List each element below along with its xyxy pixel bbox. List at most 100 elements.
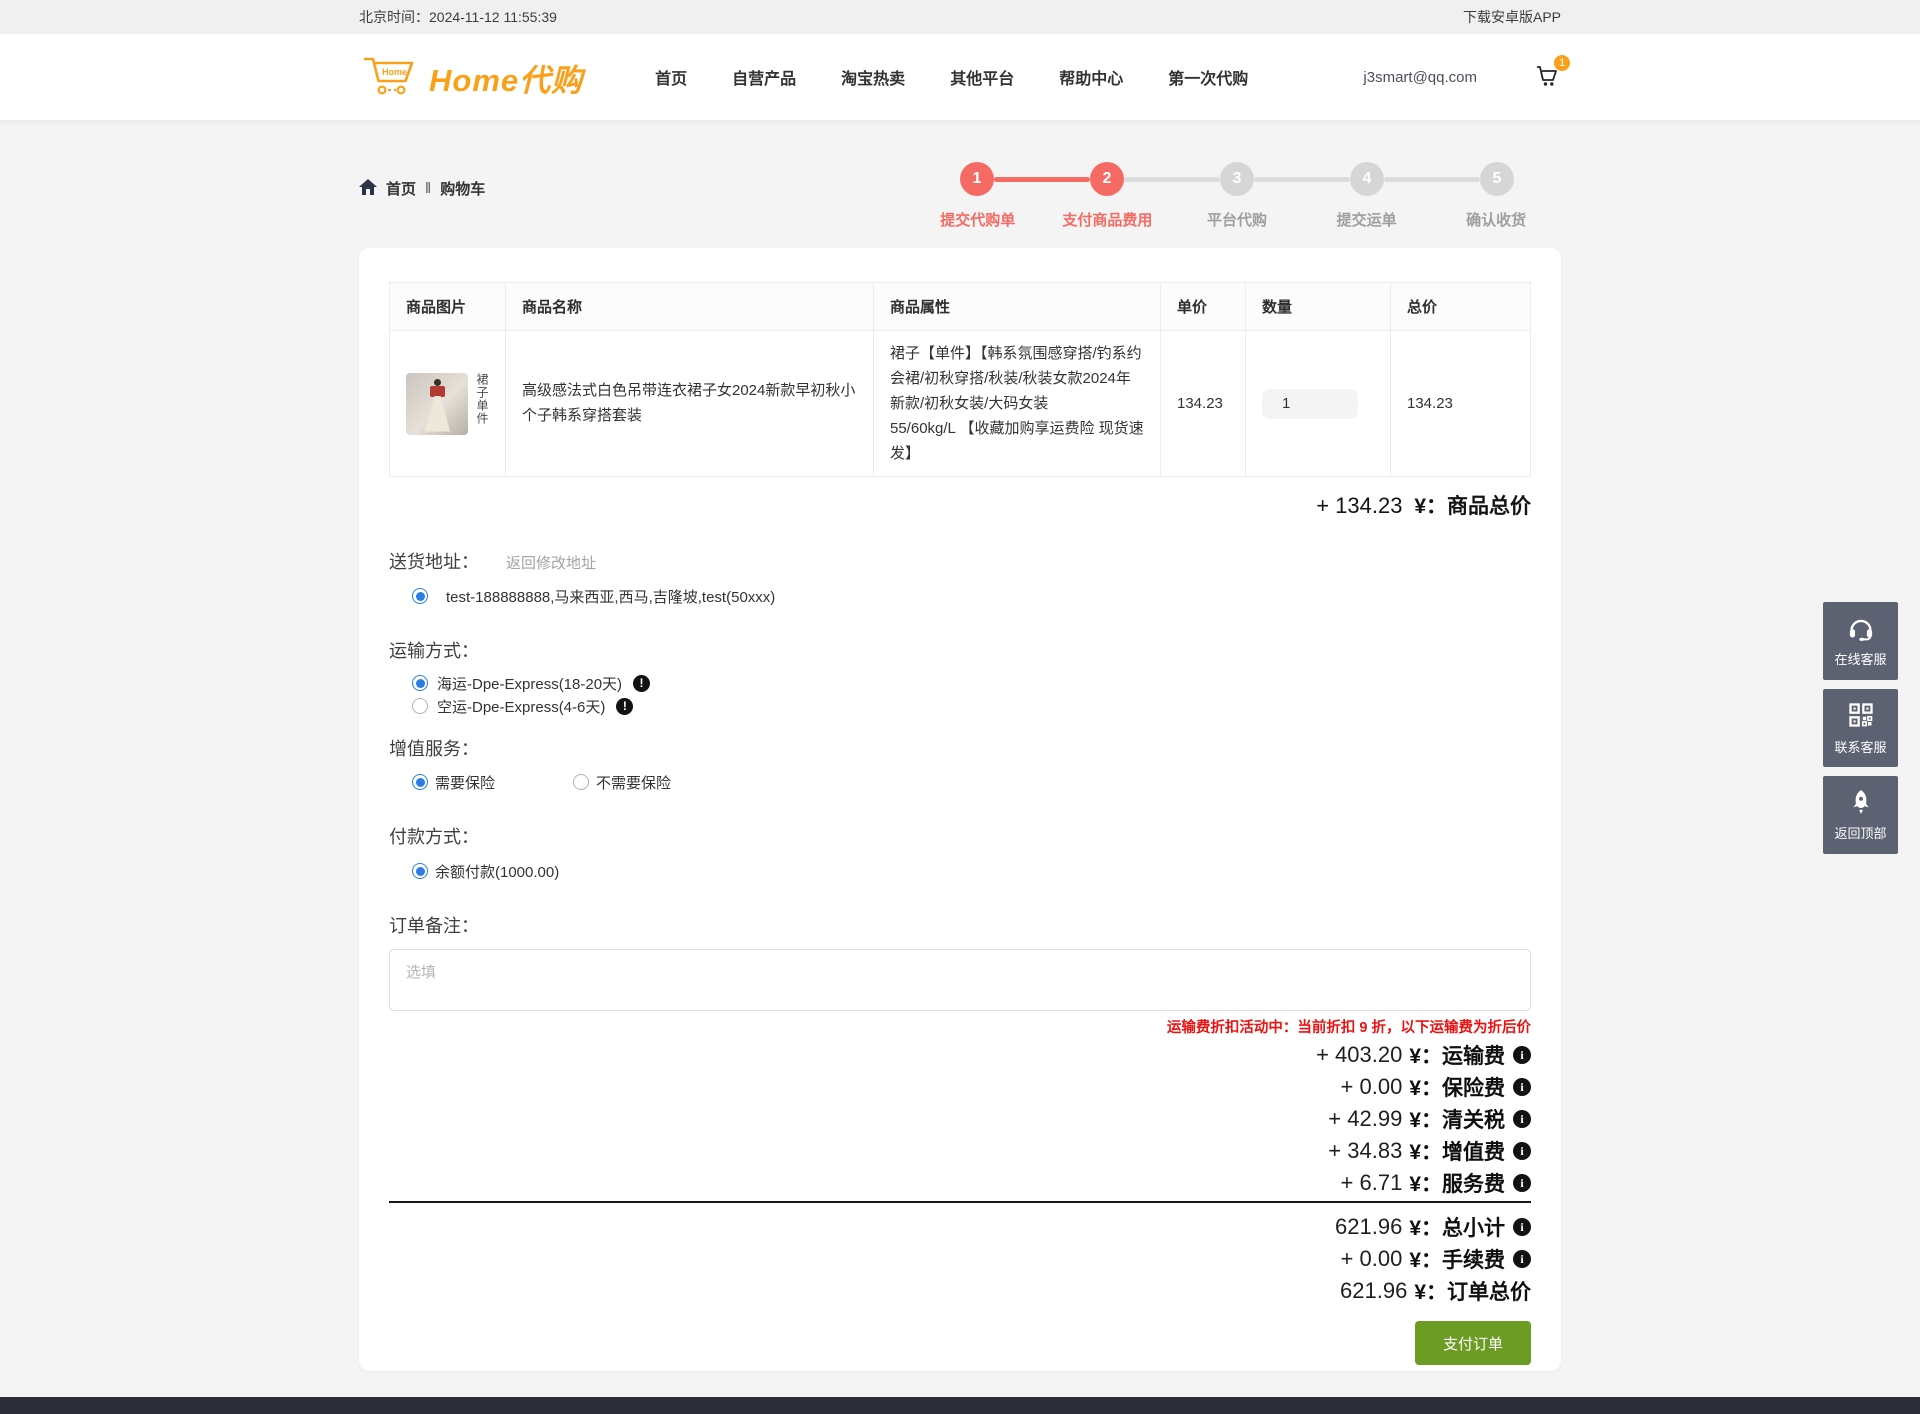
product-name: 高级感法式白色吊带连衣裙子女2024新款早初秋小个子韩系穿搭套装	[506, 331, 874, 477]
fee-vat-info-icon[interactable]	[1513, 1142, 1531, 1160]
shipping-air-label: 空运-Dpe-Express(4-6天)	[437, 696, 605, 717]
insurance-yes-label: 需要保险	[435, 772, 495, 793]
step-label-submit-waybill: 提交运单	[1302, 209, 1432, 230]
shipping-air-info-icon[interactable]	[616, 698, 633, 715]
step-circle-1: 1	[960, 162, 994, 196]
insurance-yes-option[interactable]: 需要保险	[412, 772, 495, 792]
shipping-sea-info-icon[interactable]	[633, 675, 650, 692]
online-service-label: 在线客服	[1834, 649, 1886, 668]
cart-icon	[1535, 75, 1559, 92]
product-image[interactable]	[406, 373, 468, 435]
subtotal-info-icon[interactable]	[1513, 1218, 1531, 1236]
nav-help-center[interactable]: 帮助中心	[1059, 65, 1123, 89]
address-option[interactable]: test-188888888,马来西亚,西马,吉隆坡,test(50xxx)	[389, 586, 1531, 606]
rocket-icon	[1848, 789, 1874, 818]
step-label-pay-goods: 支付商品费用	[1043, 209, 1173, 230]
total-order-price: 621.96 ¥：订单总价	[389, 1277, 1531, 1305]
product-total-amount: + 134.23	[1316, 493, 1402, 518]
online-service-button[interactable]: 在线客服	[1823, 602, 1898, 680]
col-header-image: 商品图片	[390, 283, 506, 331]
product-sku-vertical: 裙子单件	[475, 373, 489, 435]
product-attrs-line1: 裙子【单件】【韩系氛围感穿搭/钓系约会裙/初秋穿搭/秋装/秋装女款2024年新款…	[890, 341, 1144, 416]
main-nav: 首页 自营产品 淘宝热卖 其他平台 帮助中心 第一次代购	[655, 65, 1248, 89]
pay-order-button[interactable]: 支付订单	[1415, 1321, 1531, 1365]
fee-shipping-info-icon[interactable]	[1513, 1046, 1531, 1064]
breadcrumb-home[interactable]: 首页	[386, 178, 416, 199]
address-option-label: test-188888888,马来西亚,西马,吉隆坡,test(50xxx)	[446, 586, 775, 607]
step-connector-4	[1384, 177, 1480, 182]
shipping-option-sea[interactable]: 海运-Dpe-Express(18-20天)	[412, 673, 1531, 693]
product-total-label: ¥：商品总价	[1414, 495, 1531, 518]
shipping-discount-notice: 运输费折扣活动中：当前折扣 9 折，以下运输费为折后价	[389, 1019, 1531, 1037]
step-connector-3	[1254, 177, 1350, 182]
fee-vat: + 34.83 ¥：增值费	[389, 1137, 1531, 1165]
nav-taobao-hot[interactable]: 淘宝热卖	[841, 65, 905, 89]
contact-service-label: 联系客服	[1834, 737, 1886, 756]
nav-other-platforms[interactable]: 其他平台	[950, 65, 1014, 89]
shipping-option-air[interactable]: 空运-Dpe-Express(4-6天)	[412, 696, 1531, 716]
insurance-no-option[interactable]: 不需要保险	[573, 772, 671, 792]
order-remark-input[interactable]	[389, 949, 1531, 1011]
fee-service-info-icon[interactable]	[1513, 1174, 1531, 1192]
step-label-confirm-receipt: 确认收货	[1431, 209, 1561, 230]
contact-service-button[interactable]: 联系客服	[1823, 689, 1898, 767]
fee-customs: + 42.99 ¥：清关税	[389, 1105, 1531, 1133]
insurance-yes-radio-icon[interactable]	[412, 774, 428, 790]
step-label-submit-order: 提交代购单	[913, 209, 1043, 230]
cart-button[interactable]: 1	[1535, 64, 1561, 90]
shipping-sea-radio-icon[interactable]	[412, 675, 428, 691]
total-handling-fee: + 0.00 ¥：手续费	[389, 1245, 1531, 1273]
insurance-no-radio-icon[interactable]	[573, 774, 589, 790]
account-email[interactable]: j3smart@qq.com	[1363, 69, 1477, 86]
step-connector-1	[994, 177, 1090, 182]
total-subtotal: 621.96 ¥：总小计	[389, 1213, 1531, 1241]
totals-divider	[389, 1201, 1531, 1203]
step-circle-3: 3	[1220, 162, 1254, 196]
unit-price: 134.23	[1161, 331, 1246, 477]
back-to-top-button[interactable]: 返回顶部	[1823, 776, 1898, 854]
brand-name: Home代购	[429, 55, 583, 100]
cart-logo-icon: Home	[359, 50, 421, 105]
step-circle-4: 4	[1350, 162, 1384, 196]
nav-home[interactable]: 首页	[655, 65, 687, 89]
brand-logo[interactable]: Home Home代购	[359, 50, 583, 105]
headset-icon	[1846, 615, 1876, 644]
product-attrs-line2: 55/60kg/L 【收藏加购享运费险 现货速发】	[890, 416, 1144, 466]
qrcode-icon	[1847, 701, 1875, 732]
cart-items-table: 商品图片 商品名称 商品属性 单价 数量 总价 裙子单件 高级感法式白色吊带连衣…	[389, 282, 1531, 477]
remark-section-title: 订单备注：	[389, 915, 1531, 937]
fee-shipping: + 403.20 ¥：运输费	[389, 1041, 1531, 1069]
shipping-sea-label: 海运-Dpe-Express(18-20天)	[437, 673, 622, 694]
shipping-air-radio-icon[interactable]	[412, 698, 428, 714]
product-total-line: + 134.23 ¥：商品总价	[389, 493, 1531, 519]
breadcrumb-current: 购物车	[440, 178, 485, 199]
quantity-input[interactable]: 1	[1262, 389, 1358, 419]
floating-toolbar: 在线客服 联系客服 返回顶部	[1823, 602, 1898, 863]
insurance-no-label: 不需要保险	[596, 772, 671, 793]
download-app-link[interactable]: 下载安卓版APP	[1463, 7, 1561, 27]
fee-breakdown: + 403.20 ¥：运输费 + 0.00 ¥：保险费 + 42.99 ¥：清关…	[389, 1041, 1531, 1197]
payment-balance-option[interactable]: 余额付款(1000.00)	[389, 861, 1531, 881]
col-header-unit-price: 单价	[1161, 283, 1246, 331]
vas-section-title: 增值服务：	[389, 738, 1531, 760]
footer-bar	[0, 1397, 1920, 1414]
breadcrumb: 首页 ‖ 购物车	[359, 162, 485, 199]
col-header-name: 商品名称	[506, 283, 874, 331]
nav-first-purchase[interactable]: 第一次代购	[1168, 65, 1248, 89]
fee-service: + 6.71 ¥：服务费	[389, 1169, 1531, 1197]
shipping-section-title: 运输方式：	[389, 640, 1531, 662]
address-radio-icon[interactable]	[412, 588, 428, 604]
breadcrumb-separator: ‖	[425, 180, 431, 197]
nav-self-products[interactable]: 自营产品	[732, 65, 796, 89]
fee-insurance-info-icon[interactable]	[1513, 1078, 1531, 1096]
address-section-title: 送货地址： 返回修改地址	[389, 551, 1531, 573]
top-utility-bar: 北京时间：2024-11-12 11:55:39 下载安卓版APP	[0, 0, 1920, 34]
handling-fee-info-icon[interactable]	[1513, 1250, 1531, 1268]
fee-customs-info-icon[interactable]	[1513, 1110, 1531, 1128]
svg-text:Home: Home	[382, 67, 407, 77]
col-header-attrs: 商品属性	[874, 283, 1161, 331]
beijing-time: 北京时间：2024-11-12 11:55:39	[359, 7, 557, 27]
step-circle-2: 2	[1090, 162, 1124, 196]
payment-balance-radio-icon[interactable]	[412, 863, 428, 879]
edit-address-link[interactable]: 返回修改地址	[506, 555, 596, 572]
